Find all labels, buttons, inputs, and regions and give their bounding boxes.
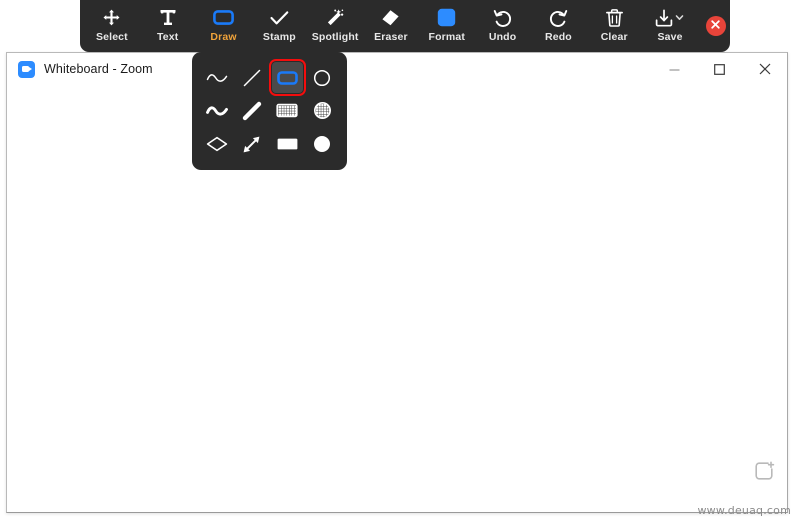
tool-clear[interactable]: Clear — [586, 3, 642, 49]
tool-eraser[interactable]: Eraser — [363, 3, 419, 49]
tool-label: Save — [657, 31, 683, 43]
maximize-icon — [714, 63, 725, 75]
shape-rectangle-outline[interactable] — [268, 59, 306, 97]
text-t-icon — [160, 8, 176, 27]
shape-hatched-circle[interactable] — [307, 95, 338, 126]
filled-square-icon — [437, 8, 456, 27]
tool-label: Select — [95, 31, 128, 43]
circle-outline-icon — [313, 69, 331, 87]
shape-double-arrow[interactable] — [236, 129, 267, 160]
redo-arrow-icon — [549, 8, 568, 27]
tool-label: Undo — [488, 31, 517, 43]
tool-label: Eraser — [374, 31, 408, 43]
tool-save[interactable]: Save — [642, 3, 698, 49]
tool-stamp[interactable]: Stamp — [251, 3, 307, 49]
shape-hatched-rectangle[interactable] — [272, 95, 303, 126]
shape-filled-circle[interactable] — [307, 129, 338, 160]
tool-label: Text — [157, 31, 179, 43]
close-icon — [759, 63, 771, 75]
double-arrow-icon — [241, 134, 262, 155]
tool-label: Stamp — [262, 31, 296, 43]
tool-select[interactable]: Select — [84, 3, 140, 49]
title-bar: Whiteboard - Zoom — [7, 53, 787, 85]
tool-label: Format — [428, 31, 466, 43]
shape-thin-line[interactable] — [236, 62, 267, 93]
tool-format[interactable]: Format — [419, 3, 475, 49]
thick-squiggle-icon — [205, 104, 228, 118]
tool-undo[interactable]: Undo — [475, 3, 531, 49]
tool-redo[interactable]: Redo — [531, 3, 587, 49]
window-controls — [652, 53, 787, 85]
shape-circle-outline[interactable] — [307, 62, 338, 93]
shape-thick-line[interactable] — [236, 95, 267, 126]
close-toolbar-button[interactable] — [705, 15, 726, 36]
shape-thick-squiggle[interactable] — [201, 95, 232, 126]
thin-squiggle-icon — [206, 71, 228, 85]
add-page-button[interactable] — [753, 460, 775, 482]
check-icon — [270, 8, 289, 27]
tool-label: Clear — [600, 31, 628, 43]
close-circle-icon — [710, 17, 721, 35]
minimize-button[interactable] — [652, 53, 697, 85]
zoom-camera-icon — [18, 60, 35, 78]
shape-diamond-outline[interactable] — [201, 129, 232, 160]
shape-thin-squiggle[interactable] — [201, 62, 232, 93]
save-download-icon — [655, 8, 685, 27]
close-window-button[interactable] — [742, 53, 787, 85]
tool-text[interactable]: Text — [140, 3, 196, 49]
tool-label: Spotlight — [311, 31, 359, 43]
eraser-icon — [381, 8, 400, 27]
undo-arrow-icon — [493, 8, 512, 27]
annotation-toolbar: Select Text Draw Stamp Spotlight Eraser … — [80, 0, 730, 52]
minimize-icon — [669, 64, 680, 75]
add-page-icon — [753, 460, 775, 482]
tool-label: Draw — [210, 31, 237, 43]
magic-wand-icon — [326, 8, 344, 27]
tool-spotlight[interactable]: Spotlight — [307, 3, 363, 49]
window-title: Whiteboard - Zoom — [44, 62, 153, 76]
tool-label: Redo — [544, 31, 572, 43]
hatched-circle-icon — [313, 101, 332, 120]
rectangle-outline-icon — [213, 8, 234, 27]
thick-line-icon — [242, 101, 262, 121]
shape-filled-rectangle[interactable] — [272, 129, 303, 160]
thin-line-icon — [242, 68, 262, 88]
tool-draw[interactable]: Draw — [196, 3, 252, 49]
hatched-rectangle-icon — [276, 103, 298, 118]
whiteboard-window: Whiteboard - Zoom — [6, 52, 788, 513]
filled-rectangle-icon — [277, 138, 298, 150]
diamond-outline-icon — [206, 136, 228, 152]
whiteboard-canvas[interactable] — [7, 85, 787, 512]
filled-circle-icon — [313, 135, 331, 153]
maximize-button[interactable] — [697, 53, 742, 85]
trash-icon — [605, 8, 623, 27]
watermark: www.deuaq.com — [697, 504, 791, 517]
rectangle-outline-blue-icon — [276, 70, 298, 85]
move-arrows-icon — [103, 8, 120, 27]
shape-style-dropdown — [192, 52, 347, 170]
